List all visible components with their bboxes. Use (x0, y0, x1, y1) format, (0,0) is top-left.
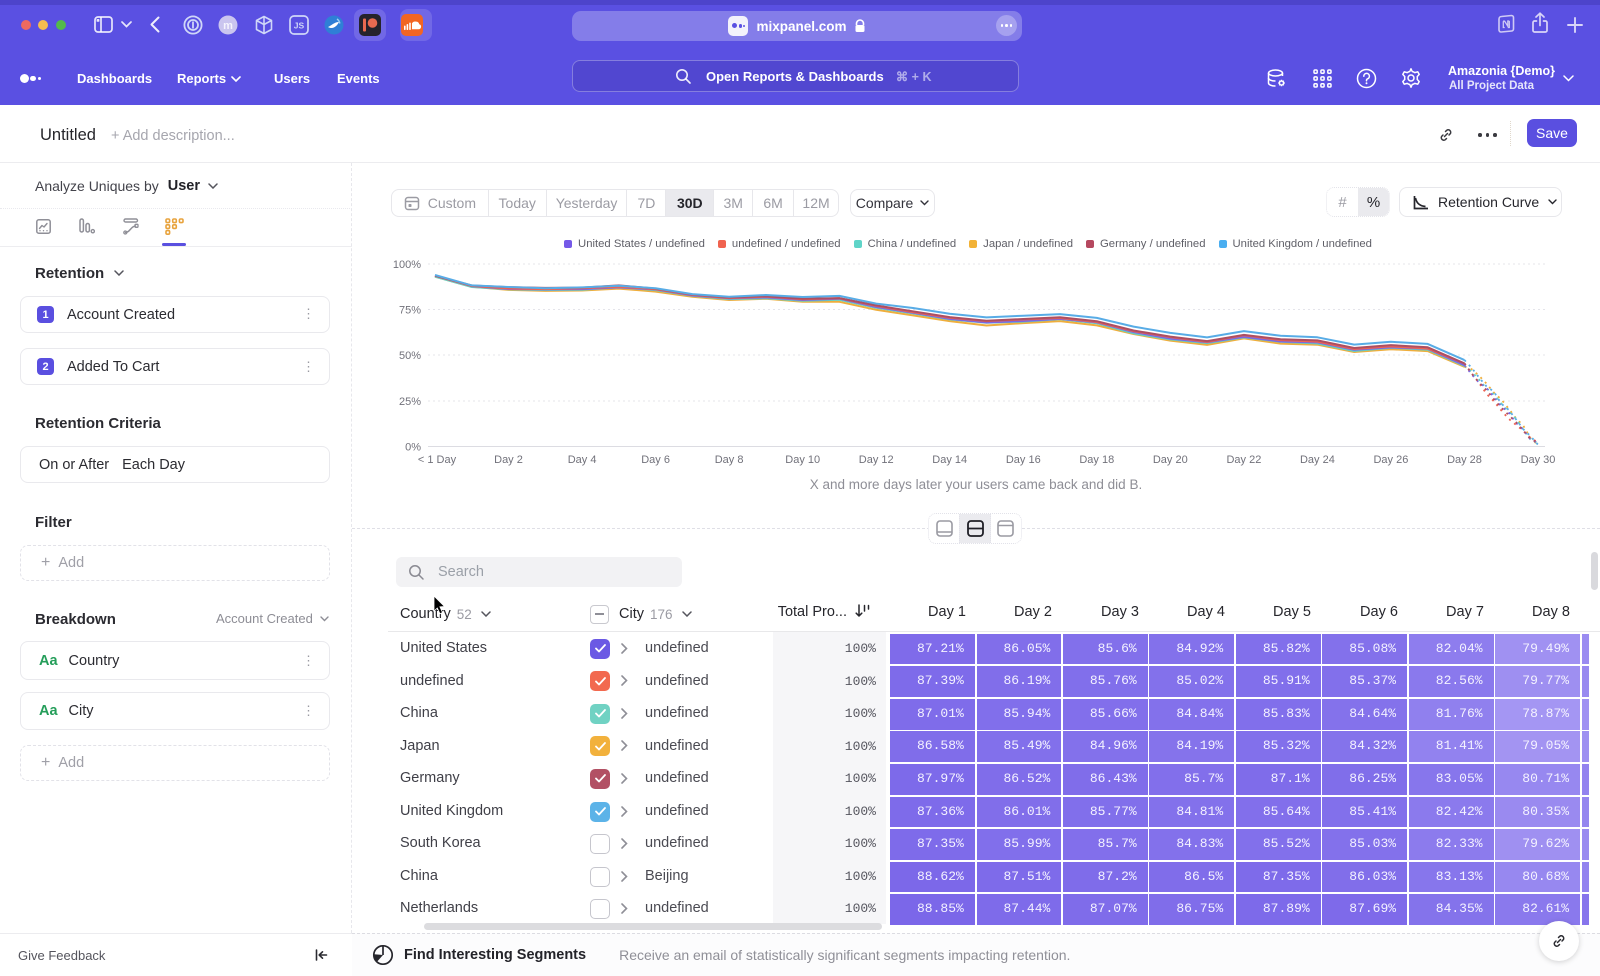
svg-text:< 1 Day: < 1 Day (418, 454, 457, 466)
svg-text:Day 8: Day 8 (715, 454, 744, 466)
svg-text:100%: 100% (393, 259, 421, 271)
svg-text:m: m (223, 20, 233, 32)
svg-text:Day 12: Day 12 (859, 454, 894, 466)
svg-text:Day 30: Day 30 (1521, 454, 1556, 466)
svg-text:0%: 0% (405, 442, 421, 454)
svg-text:Day 6: Day 6 (641, 454, 670, 466)
svg-text:Day 2: Day 2 (494, 454, 523, 466)
svg-text:Day 16: Day 16 (1006, 454, 1041, 466)
svg-text:Day 24: Day 24 (1300, 454, 1335, 466)
svg-text:25%: 25% (399, 396, 421, 408)
svg-text:50%: 50% (399, 350, 421, 362)
svg-text:Day 26: Day 26 (1373, 454, 1408, 466)
svg-text:Day 18: Day 18 (1079, 454, 1114, 466)
svg-text:Day 4: Day 4 (568, 454, 597, 466)
svg-text:Day 22: Day 22 (1226, 454, 1261, 466)
svg-text:Day 14: Day 14 (932, 454, 967, 466)
svg-text:Day 28: Day 28 (1447, 454, 1482, 466)
svg-text:JS: JS (294, 21, 305, 31)
svg-text:Day 10: Day 10 (785, 454, 820, 466)
svg-text:75%: 75% (399, 305, 421, 317)
svg-text:Day 20: Day 20 (1153, 454, 1188, 466)
